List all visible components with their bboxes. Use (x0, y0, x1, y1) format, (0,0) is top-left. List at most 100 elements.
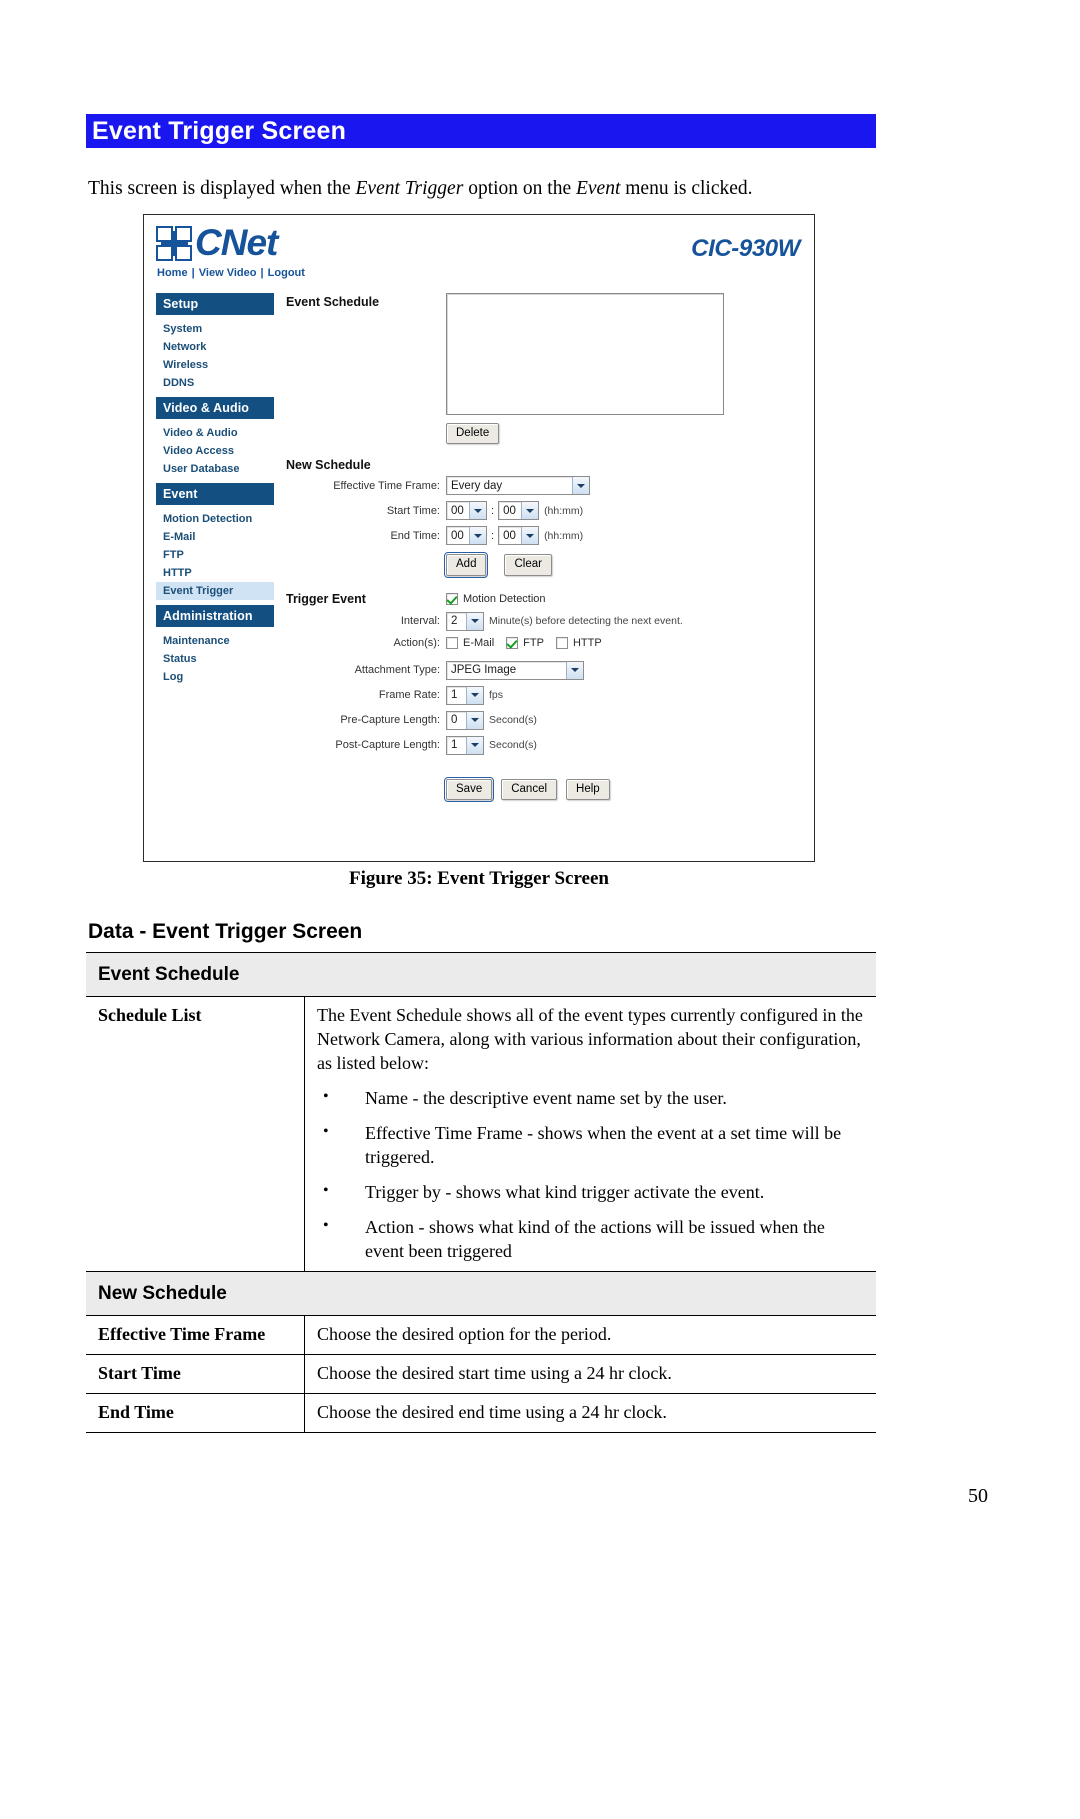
effective-time-frame-row: Effective Time Frame: Every day (286, 476, 804, 496)
table-row-value: Choose the desired end time using a 24 h… (304, 1392, 876, 1433)
chevron-down-icon (469, 502, 486, 520)
sidebar-item-network[interactable]: Network (156, 338, 274, 356)
table-row-value: The Event Schedule shows all of the even… (304, 996, 876, 1272)
frame-rate-select[interactable]: 1 (446, 685, 484, 705)
form-action-buttons: Save Cancel Help (443, 776, 804, 803)
end-time-row: End Time: 00 : 00 (hh:mm) (286, 526, 804, 546)
start-time-row: Start Time: 00 : 00 (hh:mm) (286, 501, 804, 521)
event-schedule-listbox[interactable] (446, 293, 724, 415)
end-time-hour-select[interactable]: 00 (446, 526, 487, 546)
section-banner: Event Trigger Screen (86, 114, 876, 148)
table-row-key: Start Time (86, 1353, 305, 1394)
sidebar-item-system[interactable]: System (156, 320, 274, 338)
sidebar-item-status[interactable]: Status (156, 650, 274, 668)
nav-link-view-video[interactable]: View Video (199, 267, 257, 279)
cancel-button[interactable]: Cancel (501, 778, 558, 801)
ui-header: CNet CIC-930W Home | View Video | Logout (144, 215, 814, 283)
nav-link-logout[interactable]: Logout (268, 267, 305, 279)
start-time-format-hint: (hh:mm) (544, 504, 584, 517)
nav-separator-1: | (188, 267, 198, 279)
cnet-logo-icon (156, 226, 194, 262)
brand-name: CNet (195, 222, 278, 263)
help-button[interactable]: Help (566, 778, 610, 801)
intro-emphasis-event: Event (575, 178, 621, 199)
action-ftp-checkbox[interactable] (506, 636, 519, 649)
sidebar-section-video-audio: Video & Audio (156, 397, 274, 419)
table-row-key: Schedule List (86, 996, 305, 1272)
sidebar-section-event: Event (156, 483, 274, 505)
start-time-minute-select[interactable]: 00 (498, 501, 540, 521)
interval-row: Interval: 2 Minute(s) before detecting t… (286, 611, 804, 631)
nav-separator-2: | (257, 267, 267, 279)
pre-capture-label: Pre-Capture Length: (340, 714, 440, 727)
clear-button[interactable]: Clear (504, 554, 552, 576)
sidebar-item-ftp[interactable]: FTP (156, 546, 274, 564)
table-row-key: Effective Time Frame (86, 1314, 305, 1355)
attachment-type-label: Attachment Type: (354, 664, 440, 677)
action-email-label: E-Mail (463, 636, 495, 649)
intro-emphasis-event-trigger: Event Trigger (355, 178, 464, 199)
delete-button[interactable]: Delete (446, 423, 500, 445)
page-title: Event Trigger Screen (92, 116, 347, 145)
chevron-down-icon (466, 686, 483, 704)
bullet-name: Name - the descriptive event name set by… (317, 1086, 866, 1111)
post-capture-unit: Second(s) (489, 739, 537, 752)
pre-capture-select[interactable]: 0 (446, 710, 484, 730)
post-capture-row: Post-Capture Length: 1 Second(s) (286, 735, 804, 755)
end-time-minute-select[interactable]: 00 (498, 526, 540, 546)
sidebar-item-user-database[interactable]: User Database (156, 460, 274, 478)
pre-capture-row: Pre-Capture Length: 0 Second(s) (286, 710, 804, 730)
action-http-label: HTTP (572, 636, 602, 649)
start-time-colon: : (491, 504, 495, 517)
bullet-trigger-by: Trigger by - shows what kind trigger act… (317, 1180, 866, 1205)
action-http-checkbox[interactable] (555, 636, 568, 649)
add-clear-button-row: Add Clear (443, 552, 804, 578)
table-row-value: Choose the desired option for the period… (304, 1314, 876, 1355)
attachment-type-select[interactable]: JPEG Image (446, 660, 584, 680)
sidebar-section-setup: Setup (156, 293, 274, 315)
chevron-down-icon (466, 711, 483, 729)
effective-time-frame-select[interactable]: Every day (446, 476, 590, 496)
table-row-value: Choose the desired start time using a 24… (304, 1353, 876, 1394)
sidebar-item-maintenance[interactable]: Maintenance (156, 632, 274, 650)
camera-web-ui-figure: CNet CIC-930W Home | View Video | Logout… (143, 214, 815, 862)
sidebar-item-http[interactable]: HTTP (156, 564, 274, 582)
sidebar-item-motion-detection[interactable]: Motion Detection (156, 510, 274, 528)
nav-link-home[interactable]: Home (157, 267, 188, 279)
sidebar-item-video-audio[interactable]: Video & Audio (156, 424, 274, 442)
interval-select[interactable]: 2 (446, 611, 484, 631)
motion-detection-checkbox[interactable] (446, 592, 458, 605)
add-button[interactable]: Add (443, 552, 489, 578)
chevron-down-icon (469, 527, 486, 545)
action-email-checkbox[interactable] (446, 636, 458, 649)
effective-time-frame-value: Every day (451, 479, 503, 492)
pre-capture-value: 0 (451, 714, 458, 727)
start-time-hour-select[interactable]: 00 (446, 501, 487, 521)
delete-button-row: Delete (446, 423, 804, 445)
sidebar-item-email[interactable]: E-Mail (156, 528, 274, 546)
attachment-type-value: JPEG Image (451, 664, 517, 677)
interval-value: 2 (451, 615, 458, 628)
sidebar-section-administration: Administration (156, 605, 274, 627)
intro-text-prefix: This screen is displayed when the (88, 178, 356, 199)
intro-paragraph: This screen is displayed when the Event … (88, 176, 888, 202)
sidebar-item-wireless[interactable]: Wireless (156, 356, 274, 374)
top-nav-links: Home | View Video | Logout (157, 267, 305, 279)
actions-row: Action(s): E-Mail FTP HTTP (286, 636, 804, 649)
effective-time-frame-label: Effective Time Frame: (333, 479, 440, 492)
document-page: Event Trigger Screen This screen is disp… (0, 0, 1080, 1819)
end-time-hour-value: 00 (451, 529, 464, 542)
post-capture-select[interactable]: 1 (446, 735, 484, 755)
end-time-minute-value: 00 (503, 529, 516, 542)
save-button[interactable]: Save (443, 776, 495, 803)
table-row-end-time: End Time Choose the desired end time usi… (86, 1392, 876, 1433)
sidebar-item-event-trigger[interactable]: Event Trigger (156, 582, 274, 600)
start-time-minute-value: 00 (503, 504, 516, 517)
sidebar-item-ddns[interactable]: DDNS (156, 374, 274, 392)
post-capture-label: Post-Capture Length: (335, 739, 440, 752)
chevron-down-icon (466, 736, 483, 754)
sidebar-item-log[interactable]: Log (156, 668, 274, 686)
schedule-list-description: The Event Schedule shows all of the even… (317, 1005, 863, 1074)
event-schedule-block: Event Schedule (286, 293, 804, 415)
sidebar-item-video-access[interactable]: Video Access (156, 442, 274, 460)
